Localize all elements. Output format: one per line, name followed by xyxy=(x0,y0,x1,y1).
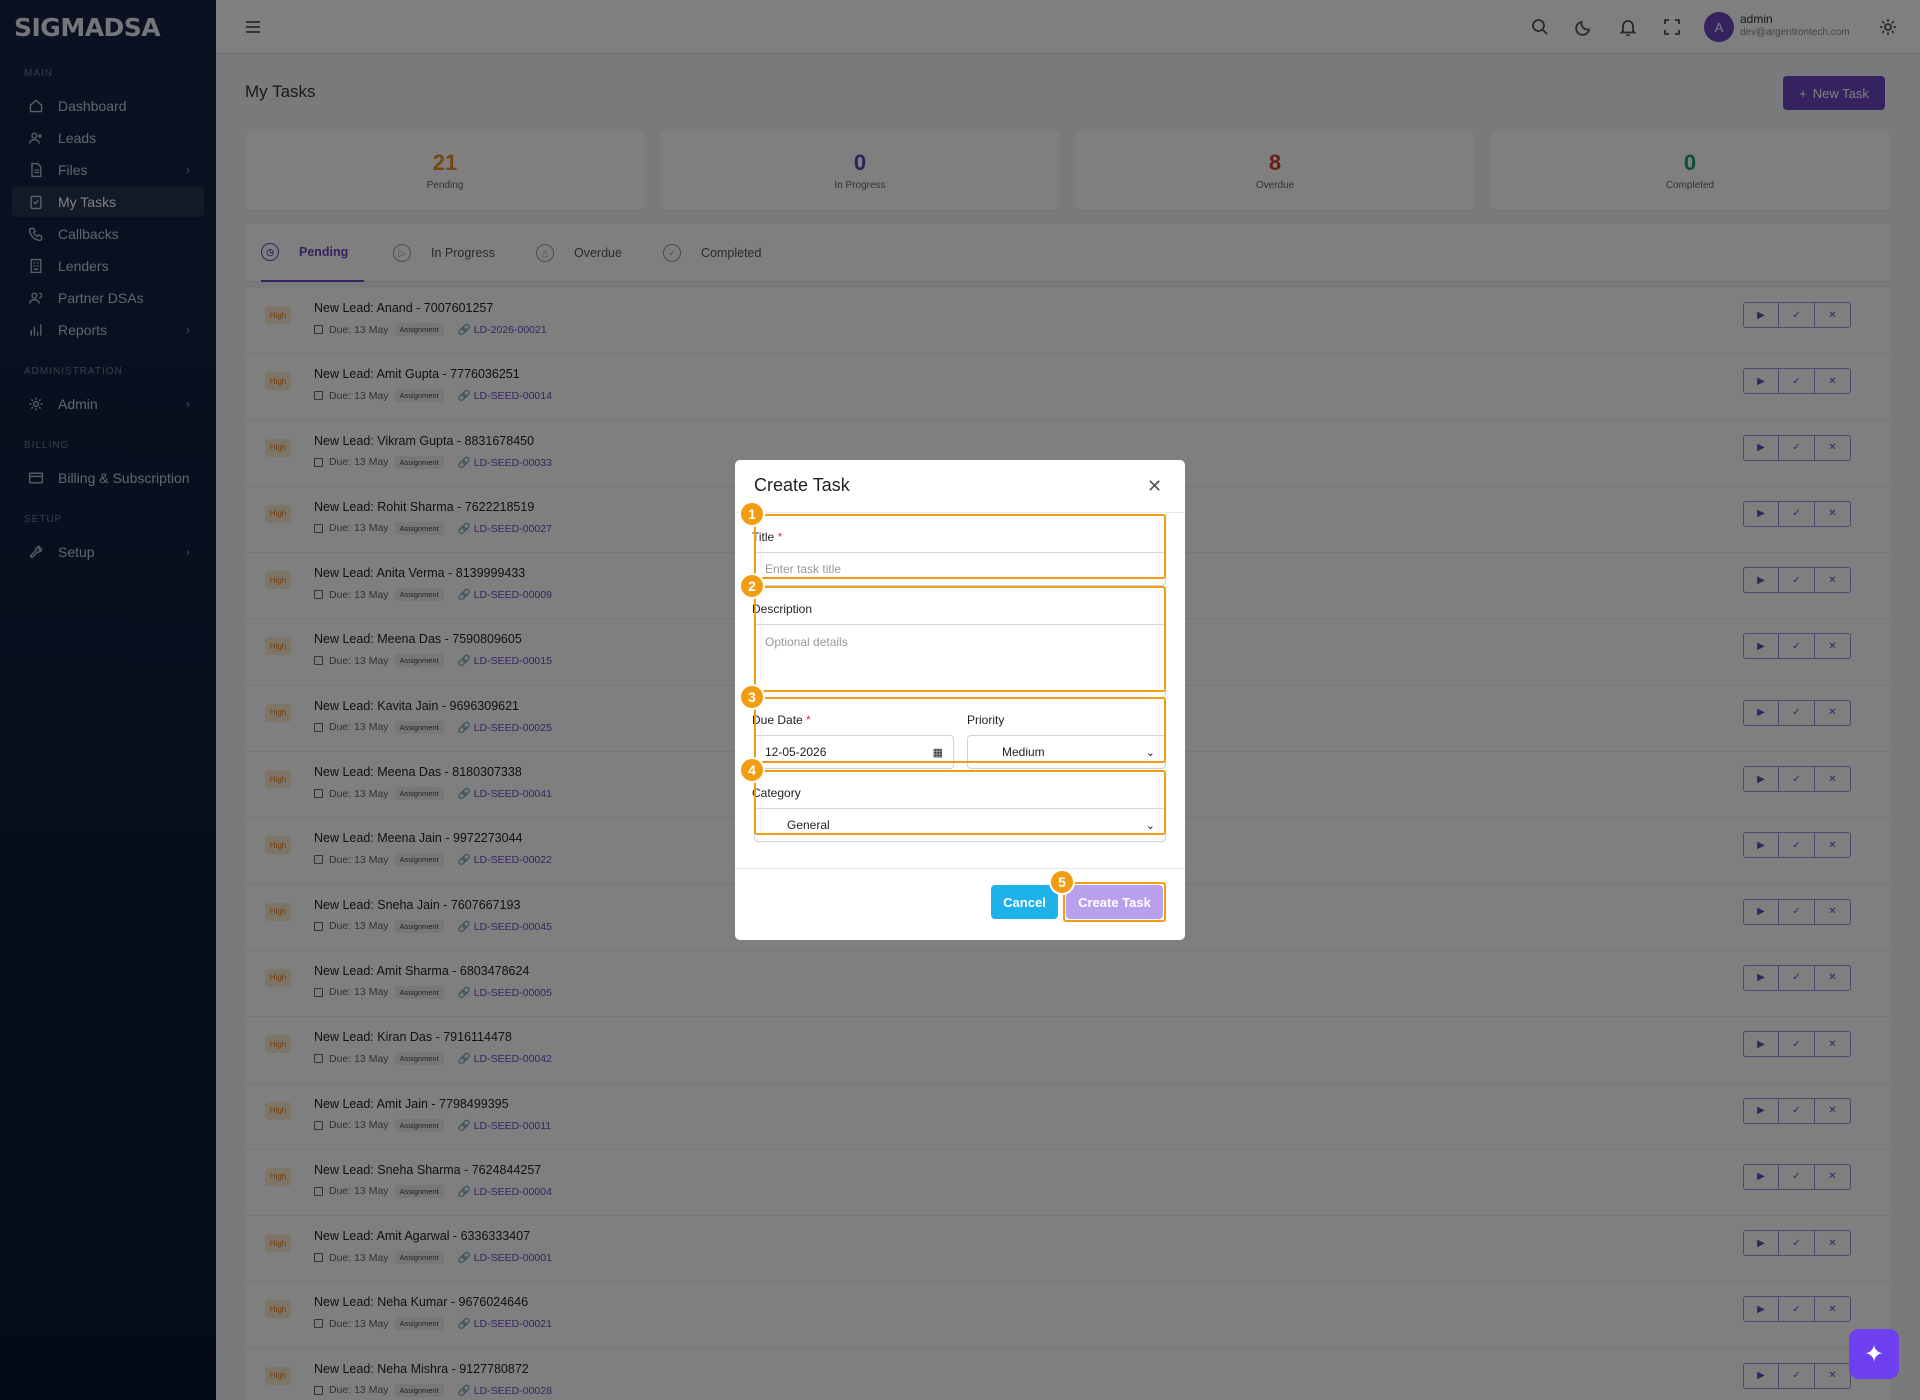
annotation-box-title xyxy=(754,514,1166,579)
annotation-marker-2: 2 xyxy=(739,573,765,599)
modal-header-divider xyxy=(735,512,1185,513)
annotation-box-date-priority xyxy=(754,697,1166,763)
modal-footer-divider xyxy=(735,868,1185,869)
create-task-modal: Create Task ✕ Title * Enter task title D… xyxy=(735,460,1185,940)
annotation-box-description xyxy=(754,586,1166,692)
close-icon[interactable]: ✕ xyxy=(1147,476,1162,497)
annotation-marker-1: 1 xyxy=(739,501,765,527)
annotation-marker-3: 3 xyxy=(739,684,765,710)
annotation-box-category xyxy=(754,770,1166,835)
modal-title: Create Task xyxy=(754,475,850,495)
annotation-marker-5: 5 xyxy=(1049,869,1075,895)
annotation-box-create xyxy=(1063,882,1166,922)
sparkle-icon[interactable]: ✦ xyxy=(1849,1329,1899,1379)
annotation-marker-4: 4 xyxy=(739,757,765,783)
cancel-button[interactable]: Cancel xyxy=(991,885,1058,919)
